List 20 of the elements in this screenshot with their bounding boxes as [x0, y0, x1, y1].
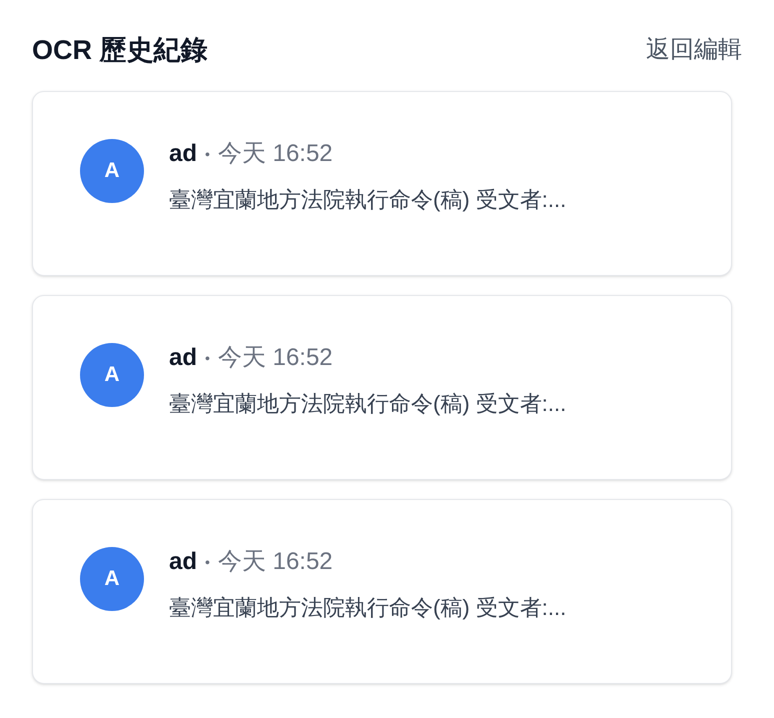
separator-dot: • — [205, 348, 210, 368]
avatar: A — [80, 547, 144, 611]
record-preview: 臺灣宜蘭地方法院執行命令(稿) 受文者:... — [169, 390, 566, 418]
timestamp: 今天 16:52 — [218, 343, 333, 373]
timestamp: 今天 16:52 — [218, 547, 333, 577]
separator-dot: • — [205, 144, 210, 164]
user-name: ad — [169, 343, 198, 373]
avatar: A — [80, 139, 144, 203]
separator-dot: • — [205, 552, 210, 572]
avatar: A — [80, 343, 144, 407]
record-card[interactable]: A ad • 今天 16:52 臺灣宜蘭地方法院執行命令(稿) 受文者:... — [32, 499, 732, 684]
user-name: ad — [169, 547, 198, 577]
page-title: OCR 歷史紀錄 — [32, 34, 208, 67]
record-preview: 臺灣宜蘭地方法院執行命令(稿) 受文者:... — [169, 594, 566, 622]
user-name: ad — [169, 139, 198, 169]
record-card[interactable]: A ad • 今天 16:52 臺灣宜蘭地方法院執行命令(稿) 受文者:... — [32, 91, 732, 276]
record-card[interactable]: A ad • 今天 16:52 臺灣宜蘭地方法院執行命令(稿) 受文者:... — [32, 295, 732, 480]
record-preview: 臺灣宜蘭地方法院執行命令(稿) 受文者:... — [169, 186, 566, 214]
back-link[interactable]: 返回編輯 — [646, 32, 742, 68]
timestamp: 今天 16:52 — [218, 139, 333, 169]
